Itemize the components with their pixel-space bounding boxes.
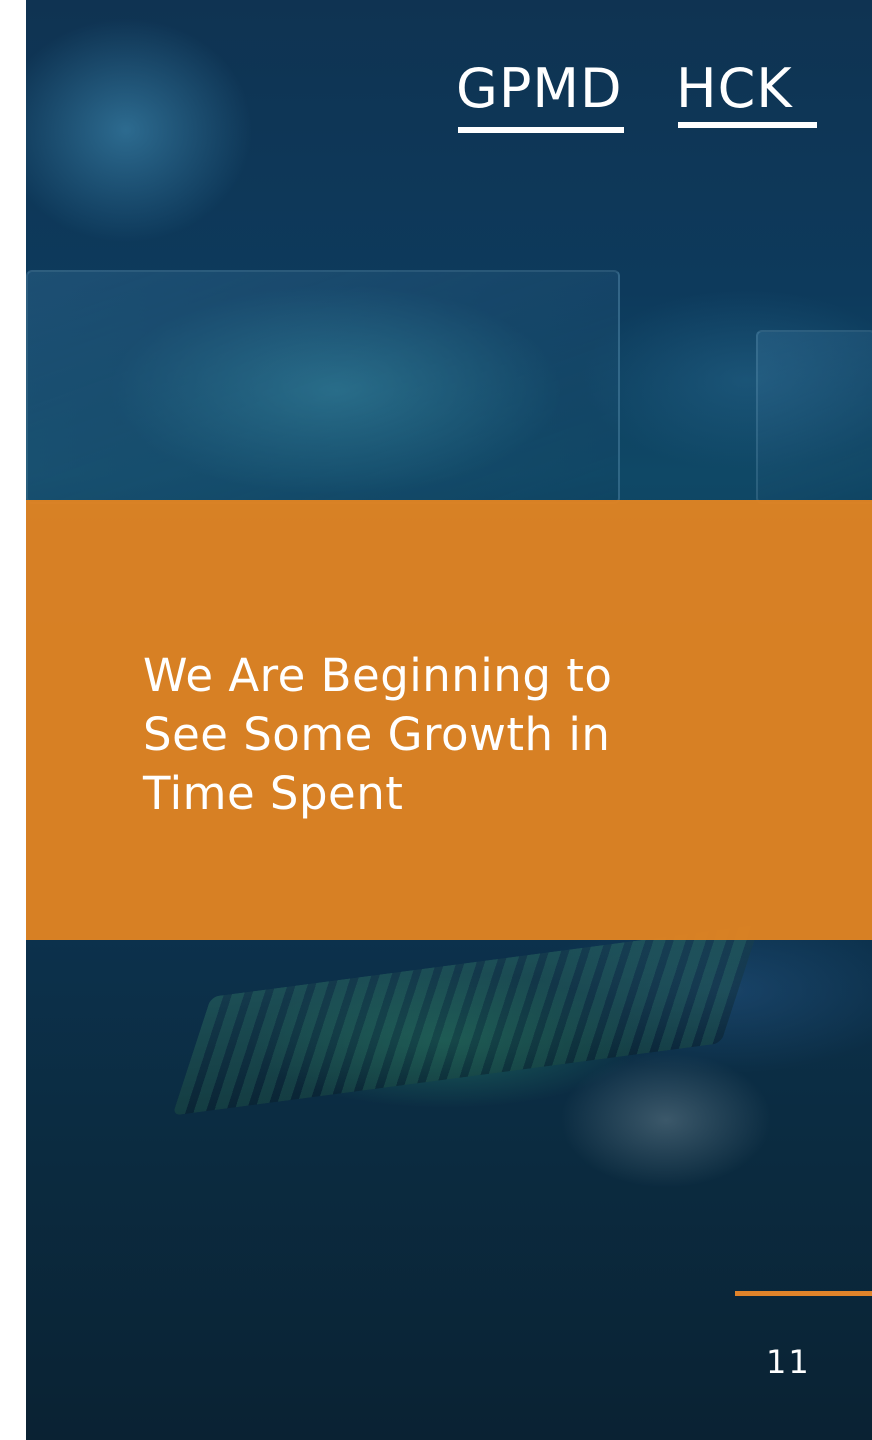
- logo-hck: HCK: [676, 57, 793, 120]
- logo-hck-underline: [678, 122, 817, 128]
- logo-gpmd-underline: [458, 127, 624, 133]
- page-number: 11: [766, 1343, 811, 1381]
- background-monitor: [26, 270, 620, 504]
- logo-gpmd: GPMD: [456, 57, 623, 120]
- accent-line: [735, 1291, 872, 1296]
- slide-page: GPMD HCK We Are Beginning to See Some Gr…: [26, 0, 872, 1440]
- background-monitor-right: [756, 330, 872, 504]
- slide-headline: We Are Beginning to See Some Growth in T…: [143, 649, 613, 820]
